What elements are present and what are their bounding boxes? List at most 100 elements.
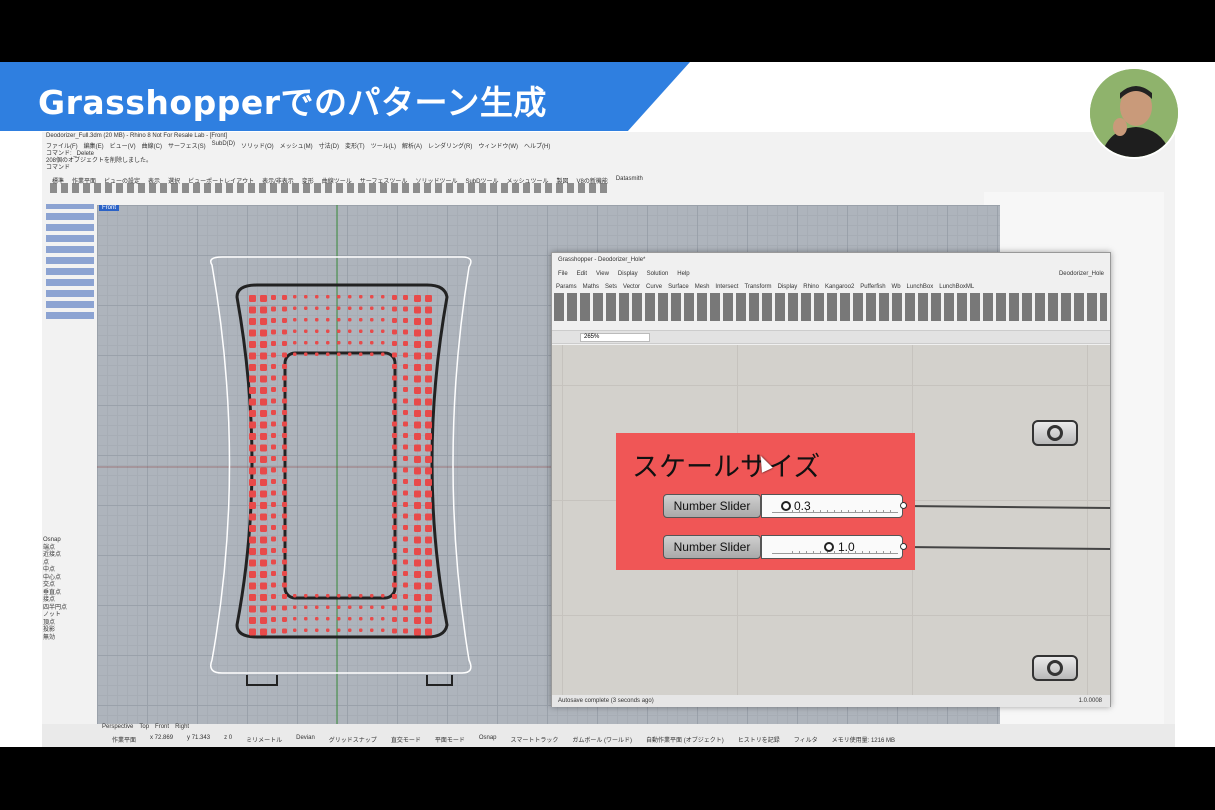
gh-tab[interactable]: Surface bbox=[668, 284, 689, 290]
gh-tab[interactable]: Curve bbox=[646, 284, 662, 290]
osnap-item[interactable]: 近接点 bbox=[43, 552, 95, 560]
menu-item[interactable]: サーフェス(S) bbox=[168, 141, 206, 150]
status-item[interactable]: 作業平面 bbox=[112, 735, 136, 744]
gh-component-toolbar[interactable] bbox=[554, 293, 1107, 321]
menu-item[interactable]: ツール(L) bbox=[371, 141, 396, 150]
status-item[interactable]: フィルタ bbox=[794, 735, 818, 744]
menu-item[interactable]: ビュー(V) bbox=[110, 141, 136, 150]
gh-tab[interactable]: Display bbox=[778, 284, 798, 290]
gh-tab[interactable]: Pufferfish bbox=[860, 284, 885, 290]
status-item[interactable]: グリッドスナップ bbox=[329, 735, 377, 744]
menu-item[interactable]: 曲線(C) bbox=[142, 141, 162, 150]
standard-toolbar[interactable] bbox=[50, 183, 610, 193]
hole bbox=[403, 410, 408, 415]
hole bbox=[271, 456, 276, 461]
hole bbox=[249, 364, 256, 371]
osnap-item[interactable]: 中点 bbox=[43, 567, 95, 575]
osnap-item[interactable]: 接点 bbox=[43, 597, 95, 605]
view-tab[interactable]: Perspective bbox=[102, 724, 133, 730]
menu-item[interactable]: ファイル(F) bbox=[46, 141, 78, 150]
status-item[interactable]: Osnap bbox=[479, 735, 497, 744]
osnap-item[interactable]: ノット bbox=[43, 612, 95, 620]
hole bbox=[392, 467, 397, 473]
gh-menu-item[interactable]: Help bbox=[677, 271, 689, 277]
gh-tab[interactable]: Sets bbox=[605, 284, 617, 290]
gh-tab[interactable]: Maths bbox=[583, 284, 599, 290]
number-slider-1[interactable]: Number Slider 0.3 bbox=[663, 494, 907, 518]
menu-item[interactable]: ソリッド(O) bbox=[241, 141, 274, 150]
gh-tab[interactable]: Params bbox=[556, 284, 577, 290]
status-item[interactable]: 自動作業平面 (オブジェクト) bbox=[646, 735, 724, 744]
slider-track[interactable]: 1.0 bbox=[761, 535, 903, 559]
gh-tab[interactable]: Mesh bbox=[695, 284, 710, 290]
status-item[interactable]: 平面モード bbox=[435, 735, 465, 744]
hole bbox=[315, 306, 319, 310]
gh-menu-item[interactable]: View bbox=[596, 271, 609, 277]
menu-item[interactable]: 編集(E) bbox=[84, 141, 104, 150]
osnap-item[interactable]: 投影 bbox=[43, 627, 95, 635]
menu-item[interactable]: ウィンドウ(W) bbox=[478, 141, 518, 150]
osnap-item[interactable]: 垂直点 bbox=[43, 590, 95, 598]
gh-tab[interactable]: Vector bbox=[623, 284, 640, 290]
command-prompt[interactable]: コマンド bbox=[46, 165, 152, 172]
status-item[interactable]: Devian bbox=[296, 735, 315, 744]
component-node[interactable] bbox=[1032, 420, 1078, 446]
gh-menu-item[interactable]: Edit bbox=[577, 271, 587, 277]
gh-menu-item[interactable]: File bbox=[558, 271, 568, 277]
hole bbox=[403, 329, 408, 335]
osnap-item[interactable]: 四半円点 bbox=[43, 605, 95, 613]
gh-menu-item[interactable]: Display bbox=[618, 271, 638, 277]
gh-tab[interactable]: Transform bbox=[744, 284, 771, 290]
slider-knob[interactable] bbox=[781, 501, 791, 511]
gh-tab[interactable]: Intersect bbox=[715, 284, 738, 290]
osnap-item[interactable]: 頂点 bbox=[43, 620, 95, 628]
gh-tab[interactable]: LunchBoxML bbox=[939, 284, 974, 290]
osnap-item[interactable]: 中心点 bbox=[43, 575, 95, 583]
status-item[interactable]: ヒストリを記録 bbox=[738, 735, 780, 744]
menu-item[interactable]: レンダリング(R) bbox=[428, 141, 472, 150]
hole bbox=[425, 306, 432, 314]
hole bbox=[425, 387, 432, 394]
component-node[interactable] bbox=[1032, 655, 1078, 681]
toolbar-tab[interactable]: Datasmith bbox=[616, 176, 643, 185]
hole bbox=[381, 318, 385, 322]
slider-label[interactable]: Number Slider bbox=[663, 535, 761, 559]
osnap-item[interactable]: 端点 bbox=[43, 545, 95, 553]
slider-knob[interactable] bbox=[824, 542, 834, 552]
gh-tab[interactable]: Rhino bbox=[803, 284, 819, 290]
hole bbox=[381, 295, 385, 299]
menu-item[interactable]: SubD(D) bbox=[212, 141, 235, 150]
osnap-item[interactable]: 無効 bbox=[43, 635, 95, 643]
osnap-item[interactable]: 点 bbox=[43, 560, 95, 568]
gh-menu-item[interactable]: Solution bbox=[647, 271, 669, 277]
gh-canvas[interactable]: スケールサイズ Number Slider 0.3 Number Slider bbox=[552, 345, 1110, 695]
slider-track[interactable]: 0.3 bbox=[761, 494, 903, 518]
menu-item[interactable]: 寸法(D) bbox=[319, 141, 339, 150]
gh-tab[interactable]: Wb bbox=[892, 284, 901, 290]
output-port[interactable] bbox=[900, 543, 907, 550]
number-slider-2[interactable]: Number Slider 1.0 bbox=[663, 535, 907, 559]
status-item[interactable]: スマートトラック bbox=[511, 735, 559, 744]
view-tab[interactable]: Top bbox=[139, 724, 149, 730]
menu-item[interactable]: ヘルプ(H) bbox=[524, 141, 550, 150]
zoom-field[interactable]: 265% bbox=[580, 333, 650, 342]
status-item[interactable]: 直交モード bbox=[391, 735, 421, 744]
hole bbox=[315, 329, 319, 333]
left-toolbar[interactable] bbox=[46, 204, 94, 319]
menu-item[interactable]: 変形(T) bbox=[345, 141, 365, 150]
hole bbox=[271, 559, 276, 565]
menu-item[interactable]: 解析(A) bbox=[402, 141, 422, 150]
slider-label[interactable]: Number Slider bbox=[663, 494, 761, 518]
gh-tab[interactable]: Kangaroo2 bbox=[825, 284, 854, 290]
osnap-item[interactable]: 交点 bbox=[43, 582, 95, 590]
hole bbox=[392, 398, 397, 404]
hole bbox=[282, 295, 287, 300]
menu-item[interactable]: メッシュ(M) bbox=[280, 141, 313, 150]
hole bbox=[271, 341, 276, 346]
output-port[interactable] bbox=[900, 502, 907, 509]
view-tab[interactable]: Front bbox=[155, 724, 169, 730]
view-tab[interactable]: Right bbox=[175, 724, 189, 730]
status-item[interactable]: ガムボール (ワールド) bbox=[572, 735, 632, 744]
hole bbox=[414, 318, 421, 325]
gh-tab[interactable]: LunchBox bbox=[907, 284, 934, 290]
